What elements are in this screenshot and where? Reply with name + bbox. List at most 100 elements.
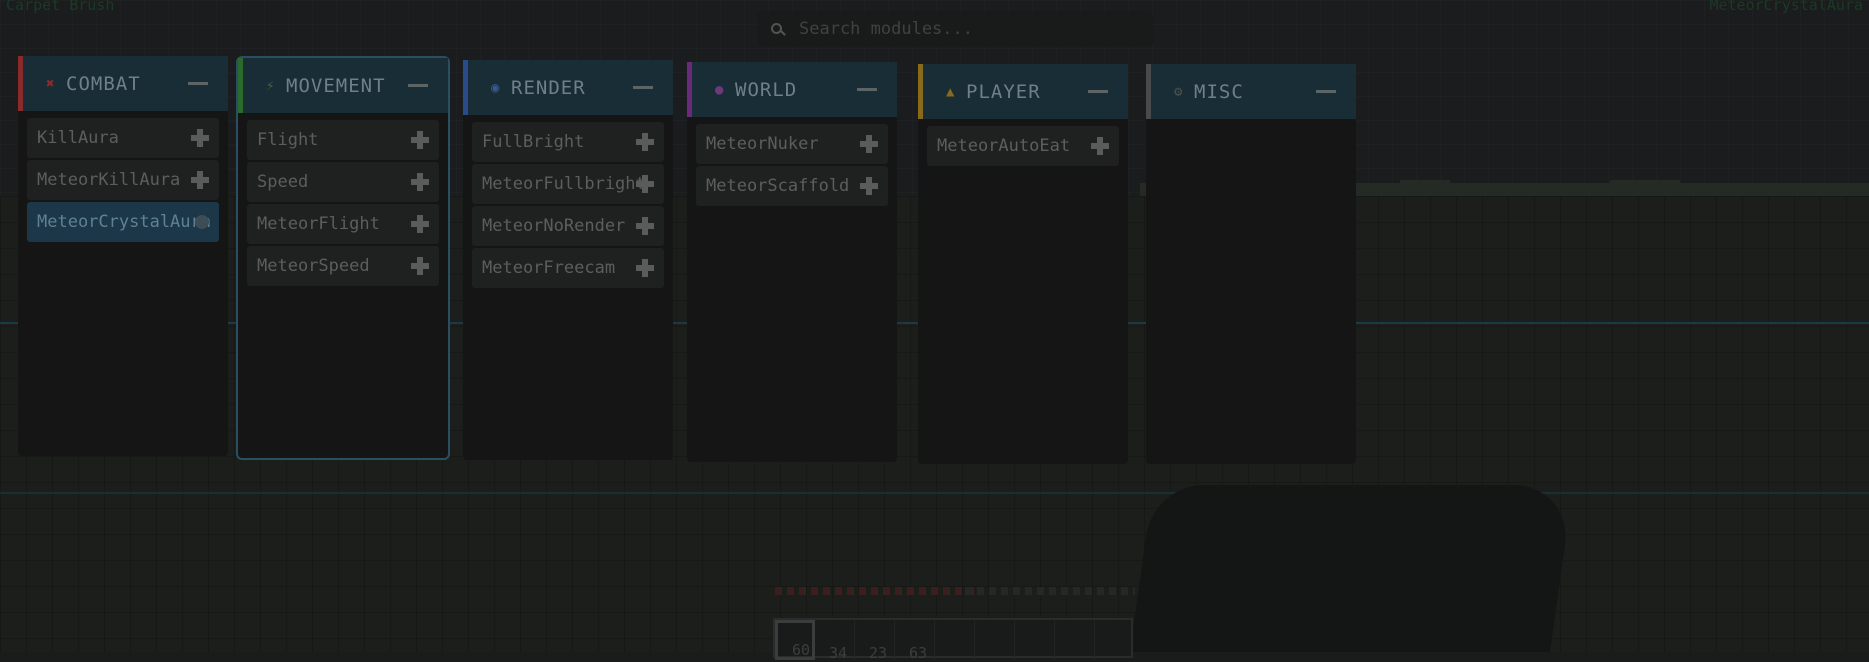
- panel-header-player[interactable]: ▲ PLAYER: [918, 64, 1128, 119]
- collapse-icon[interactable]: [1088, 90, 1108, 93]
- hotbar-slot[interactable]: [1015, 620, 1055, 660]
- module-label: MeteorFreecam: [482, 258, 616, 278]
- module-label: FullBright: [482, 132, 585, 152]
- category-accent-bar: [918, 64, 923, 119]
- plus-icon[interactable]: [411, 215, 429, 233]
- collapse-icon[interactable]: [857, 88, 877, 91]
- panel-header-combat[interactable]: ✖ COMBAT: [18, 56, 228, 111]
- panel-header-render[interactable]: ◉ RENDER: [463, 60, 673, 115]
- hotbar-slot[interactable]: 60: [775, 620, 815, 660]
- plus-icon[interactable]: [411, 131, 429, 149]
- plus-icon[interactable]: [860, 177, 878, 195]
- module-label: MeteorKillAura: [37, 170, 181, 190]
- collapse-icon[interactable]: [1316, 90, 1336, 93]
- hotbar-slot[interactable]: 63: [895, 620, 935, 662]
- panel-header-movement[interactable]: ⚡ MOVEMENT: [238, 58, 448, 113]
- item-count: 60: [792, 641, 811, 659]
- panel-player[interactable]: ▲ PLAYER MeteorAutoEat: [918, 64, 1128, 464]
- module-button[interactable]: FullBright: [472, 122, 664, 162]
- item-count: 63: [909, 644, 928, 662]
- eye-icon: ◉: [491, 79, 500, 96]
- module-button[interactable]: Speed: [247, 162, 439, 202]
- collapse-icon[interactable]: [408, 84, 428, 87]
- hotbar-slot[interactable]: 23: [855, 620, 895, 662]
- panel-header-world[interactable]: ● WORLD: [687, 62, 897, 117]
- module-label: Flight: [257, 130, 319, 150]
- panel-title: PLAYER: [966, 80, 1041, 103]
- module-button[interactable]: MeteorFreecam: [472, 248, 664, 288]
- module-button[interactable]: MeteorFlight: [247, 204, 439, 244]
- category-accent-bar: [463, 60, 468, 115]
- module-label: MeteorSpeed: [257, 256, 370, 276]
- block-mound: [1126, 485, 1574, 652]
- module-button[interactable]: MeteorScaffold: [696, 166, 888, 206]
- search-icon: [767, 19, 789, 39]
- panel-title: MISC: [1194, 80, 1244, 103]
- armor-bar: [965, 587, 1135, 595]
- panel-header-misc[interactable]: ⚙ MISC: [1146, 64, 1356, 119]
- module-button[interactable]: MeteorFullbright: [472, 164, 664, 204]
- hud-right-text: MeteorCrystalAura: [1709, 0, 1863, 14]
- plus-icon[interactable]: [636, 175, 654, 193]
- panel-world[interactable]: ● WORLD MeteorNuker MeteorScaffold: [687, 62, 897, 462]
- distant-tree: [1610, 180, 1680, 186]
- collapse-icon[interactable]: [188, 82, 208, 85]
- module-button[interactable]: MeteorNoRender: [472, 206, 664, 246]
- plus-icon[interactable]: [191, 171, 209, 189]
- module-label: KillAura: [37, 128, 119, 148]
- plus-icon[interactable]: [191, 129, 209, 147]
- plus-icon[interactable]: [636, 259, 654, 277]
- hotbar-slot[interactable]: [935, 620, 975, 660]
- module-button[interactable]: MeteorNuker: [696, 124, 888, 164]
- module-button[interactable]: MeteorAutoEat: [927, 126, 1119, 166]
- item-count: 34: [829, 644, 848, 662]
- distant-tree: [1400, 180, 1450, 186]
- category-accent-bar: [18, 56, 23, 111]
- module-button[interactable]: KillAura: [27, 118, 219, 158]
- hotbar: 60 34 23 63: [773, 618, 1135, 662]
- module-search-bar[interactable]: [757, 11, 1153, 47]
- hotbar-slot[interactable]: 34: [815, 620, 855, 662]
- module-label: MeteorAutoEat: [937, 136, 1071, 156]
- plus-icon[interactable]: [411, 173, 429, 191]
- module-button[interactable]: MeteorSpeed: [247, 246, 439, 286]
- plus-icon[interactable]: [1091, 137, 1109, 155]
- module-label: MeteorNoRender: [482, 216, 626, 236]
- panel-combat[interactable]: ✖ COMBAT KillAura MeteorKillAura MeteorCryst…: [18, 56, 228, 456]
- module-label: MeteorNuker: [706, 134, 819, 154]
- chunk-border-line: [0, 492, 1869, 494]
- plus-icon[interactable]: [636, 133, 654, 151]
- hotbar-slot[interactable]: [975, 620, 1015, 660]
- category-accent-bar: [687, 62, 692, 117]
- plus-icon[interactable]: [411, 257, 429, 275]
- health-bar: [775, 587, 975, 595]
- panel-title: MOVEMENT: [286, 74, 386, 97]
- panel-movement[interactable]: ⚡ MOVEMENT Flight Speed MeteorFlight MeteorSp…: [236, 56, 450, 460]
- panel-title: COMBAT: [66, 72, 141, 95]
- module-button[interactable]: Flight: [247, 120, 439, 160]
- plus-icon[interactable]: [636, 217, 654, 235]
- hotbar-slot[interactable]: [1095, 620, 1135, 660]
- module-label: Speed: [257, 172, 309, 192]
- collapse-icon[interactable]: [633, 86, 653, 89]
- gear-icon: ⚙: [1174, 83, 1183, 100]
- panel-title: WORLD: [735, 78, 798, 101]
- person-icon: ▲: [946, 83, 955, 100]
- module-label: MeteorFullbright: [482, 174, 646, 194]
- globe-icon: ●: [715, 81, 724, 98]
- crossed-swords-icon: ✖: [46, 75, 55, 92]
- module-label: MeteorFlight: [257, 214, 380, 234]
- panel-render[interactable]: ◉ RENDER FullBright MeteorFullbright MeteorN…: [463, 60, 673, 460]
- category-accent-bar: [238, 58, 243, 113]
- panel-misc[interactable]: ⚙ MISC: [1146, 64, 1356, 464]
- plus-icon[interactable]: [860, 135, 878, 153]
- panel-title: RENDER: [511, 76, 586, 99]
- item-count: 23: [869, 644, 888, 662]
- settings-dot-icon[interactable]: [195, 215, 209, 229]
- search-input[interactable]: [797, 18, 1153, 40]
- hud-left-text: Carpet Brush: [6, 0, 115, 14]
- hotbar-slot[interactable]: [1055, 620, 1095, 660]
- module-button[interactable]: MeteorKillAura: [27, 160, 219, 200]
- category-accent-bar: [1146, 64, 1151, 119]
- module-button[interactable]: MeteorCrystalAura: [27, 202, 219, 242]
